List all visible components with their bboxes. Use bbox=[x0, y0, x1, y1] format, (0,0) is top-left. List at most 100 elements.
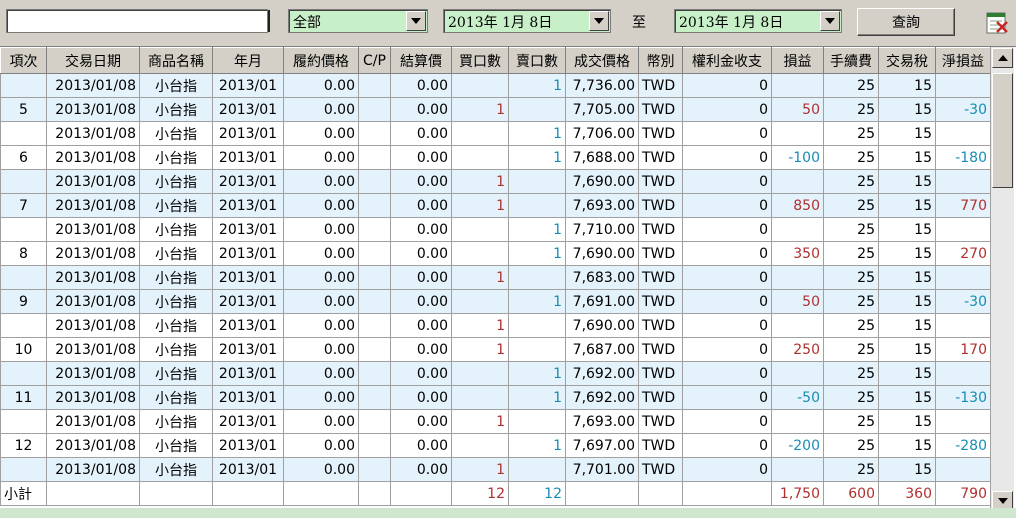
column-header[interactable]: 交易稅 bbox=[878, 47, 936, 74]
cell-cur: TWD bbox=[638, 337, 683, 362]
date-to-dropdown-button[interactable] bbox=[820, 11, 840, 31]
cell-product: 小台指 bbox=[139, 409, 213, 434]
table-row[interactable]: 6 2013/01/08 小台指 2013/01 0.00 0.00 1 7,688.00 TW… bbox=[0, 145, 991, 170]
table-row[interactable]: 12 2013/01/08 小台指 2013/01 0.00 0.00 1 7,697.00 T… bbox=[0, 433, 991, 458]
cell-tax: 15 bbox=[878, 169, 936, 194]
column-header[interactable]: 買口數 bbox=[451, 47, 509, 74]
table-row[interactable]: 2013/01/08 小台指 2013/01 0.00 0.00 1 7,706.00 TWD… bbox=[0, 121, 991, 146]
cell-product: 小台指 bbox=[139, 73, 213, 98]
table-row[interactable]: 2013/01/08 小台指 2013/01 0.00 0.00 1 7,690.00 TWD… bbox=[0, 313, 991, 338]
cell-premium: 0 bbox=[682, 361, 772, 386]
cell-net bbox=[935, 121, 991, 146]
dropdown-button[interactable] bbox=[406, 11, 426, 31]
date-to-picker[interactable]: 2013年 1月 8日 bbox=[674, 9, 842, 33]
cell-fee: 25 bbox=[823, 193, 879, 218]
cell-sell: 1 bbox=[508, 289, 566, 314]
table-row[interactable]: 2013/01/08 小台指 2013/01 0.00 0.00 1 7,710.00 TWD… bbox=[0, 217, 991, 242]
scroll-up-button[interactable] bbox=[992, 48, 1013, 68]
account-input[interactable] bbox=[6, 9, 268, 33]
cell-product: 小台指 bbox=[139, 217, 213, 242]
vertical-scrollbar[interactable] bbox=[990, 47, 1014, 517]
column-header[interactable]: 淨損益 bbox=[935, 47, 991, 74]
table-row[interactable]: 5 2013/01/08 小台指 2013/01 0.00 0.00 1 7,705.00 TW… bbox=[0, 97, 991, 122]
cell-cur: TWD bbox=[638, 409, 683, 434]
column-header[interactable]: 損益 bbox=[771, 47, 824, 74]
table-row[interactable]: 11 2013/01/08 小台指 2013/01 0.00 0.00 1 7,692.00 T… bbox=[0, 385, 991, 410]
cell-settle: 0.00 bbox=[390, 385, 452, 410]
table-row[interactable]: 2013/01/08 小台指 2013/01 0.00 0.00 1 7,693.00 TWD… bbox=[0, 409, 991, 434]
cell-date: 2013/01/08 bbox=[46, 241, 140, 266]
cell-price: 7,690.00 bbox=[565, 313, 639, 338]
cell-no: 5 bbox=[0, 97, 47, 122]
cell-cp bbox=[358, 73, 391, 98]
table-row[interactable]: 2013/01/08 小台指 2013/01 0.00 0.00 1 7,690.00 TWD… bbox=[0, 169, 991, 194]
column-header[interactable]: 幣別 bbox=[638, 47, 683, 74]
column-header[interactable]: 結算價 bbox=[390, 47, 452, 74]
cell-settle: 0.00 bbox=[390, 241, 452, 266]
cell-fee: 25 bbox=[823, 289, 879, 314]
cell-buy bbox=[451, 121, 509, 146]
cell-fee: 25 bbox=[823, 97, 879, 122]
cell-price: 7,701.00 bbox=[565, 457, 639, 482]
table-row[interactable]: 2013/01/08 小台指 2013/01 0.00 0.00 1 7,701.00 TWD… bbox=[0, 457, 991, 482]
cell-product: 小台指 bbox=[139, 289, 213, 314]
table-row[interactable]: 2013/01/08 小台指 2013/01 0.00 0.00 1 7,736.00 TWD… bbox=[0, 73, 991, 98]
cell-cp bbox=[358, 169, 391, 194]
subtotal-buy: 12 bbox=[451, 481, 509, 506]
cell-fee: 25 bbox=[823, 121, 879, 146]
column-header[interactable]: 履約價格 bbox=[283, 47, 359, 74]
cell-settle: 0.00 bbox=[390, 457, 452, 482]
subtotal-net: 790 bbox=[935, 481, 991, 506]
cell-date: 2013/01/08 bbox=[46, 361, 140, 386]
cell-fee: 25 bbox=[823, 313, 879, 338]
trade-table: 項次 交易日期 商品名稱 年月 履約價格 C/P 結算價 買口數 賣口數 成交價格 幣別 權利金收支損… bbox=[0, 47, 991, 506]
column-header[interactable]: 項次 bbox=[0, 47, 47, 74]
cell-cp bbox=[358, 145, 391, 170]
table-row[interactable]: 2013/01/08 小台指 2013/01 0.00 0.00 1 7,692.00 TWD… bbox=[0, 361, 991, 386]
cell-tax: 15 bbox=[878, 361, 936, 386]
cell-net bbox=[935, 313, 991, 338]
category-select[interactable]: 全部 bbox=[288, 9, 428, 33]
column-header[interactable]: 商品名稱 bbox=[139, 47, 213, 74]
cell-no: 7 bbox=[0, 193, 47, 218]
cell-strike: 0.00 bbox=[283, 217, 359, 242]
cell-fee: 25 bbox=[823, 145, 879, 170]
table-row[interactable]: 2013/01/08 小台指 2013/01 0.00 0.00 1 7,683.00 TWD… bbox=[0, 265, 991, 290]
table-row[interactable]: 7 2013/01/08 小台指 2013/01 0.00 0.00 1 7,693.00 TW… bbox=[0, 193, 991, 218]
date-from-picker[interactable]: 2013年 1月 8日 bbox=[443, 9, 611, 33]
cell-tax: 15 bbox=[878, 73, 936, 98]
cell-product: 小台指 bbox=[139, 433, 213, 458]
query-button[interactable]: 查詢 bbox=[857, 8, 955, 36]
cell-no bbox=[0, 457, 47, 482]
cell-ym: 2013/01 bbox=[212, 265, 284, 290]
table-row[interactable]: 8 2013/01/08 小台指 2013/01 0.00 0.00 1 7,690.00 TW… bbox=[0, 241, 991, 266]
table-row[interactable]: 9 2013/01/08 小台指 2013/01 0.00 0.00 1 7,691.00 TW… bbox=[0, 289, 991, 314]
excel-export-icon[interactable] bbox=[985, 11, 1009, 35]
column-header[interactable]: 成交價格 bbox=[565, 47, 639, 74]
cell-strike: 0.00 bbox=[283, 97, 359, 122]
cell-ym: 2013/01 bbox=[212, 289, 284, 314]
cell-cur: TWD bbox=[638, 433, 683, 458]
scroll-thumb[interactable] bbox=[992, 73, 1013, 188]
cell-cp bbox=[358, 289, 391, 314]
cell-no: 11 bbox=[0, 385, 47, 410]
date-from-dropdown-button[interactable] bbox=[589, 11, 609, 31]
cell-strike: 0.00 bbox=[283, 457, 359, 482]
column-header[interactable]: 年月 bbox=[212, 47, 284, 74]
column-header[interactable]: 賣口數 bbox=[508, 47, 566, 74]
cell-no bbox=[0, 265, 47, 290]
cell-price: 7,691.00 bbox=[565, 289, 639, 314]
cell-net bbox=[935, 361, 991, 386]
cell-ym: 2013/01 bbox=[212, 241, 284, 266]
column-header[interactable]: 手續費 bbox=[823, 47, 879, 74]
cell-price: 7,706.00 bbox=[565, 121, 639, 146]
cell-tax: 15 bbox=[878, 193, 936, 218]
column-header[interactable]: C/P bbox=[358, 47, 391, 74]
table-row[interactable]: 10 2013/01/08 小台指 2013/01 0.00 0.00 1 7,687.00 T… bbox=[0, 337, 991, 362]
column-header[interactable]: 權利金收支 bbox=[682, 47, 772, 74]
cell-settle: 0.00 bbox=[390, 217, 452, 242]
cell-cp bbox=[358, 193, 391, 218]
subtotal-date bbox=[46, 481, 140, 506]
cell-buy: 1 bbox=[451, 169, 509, 194]
column-header[interactable]: 交易日期 bbox=[46, 47, 140, 74]
